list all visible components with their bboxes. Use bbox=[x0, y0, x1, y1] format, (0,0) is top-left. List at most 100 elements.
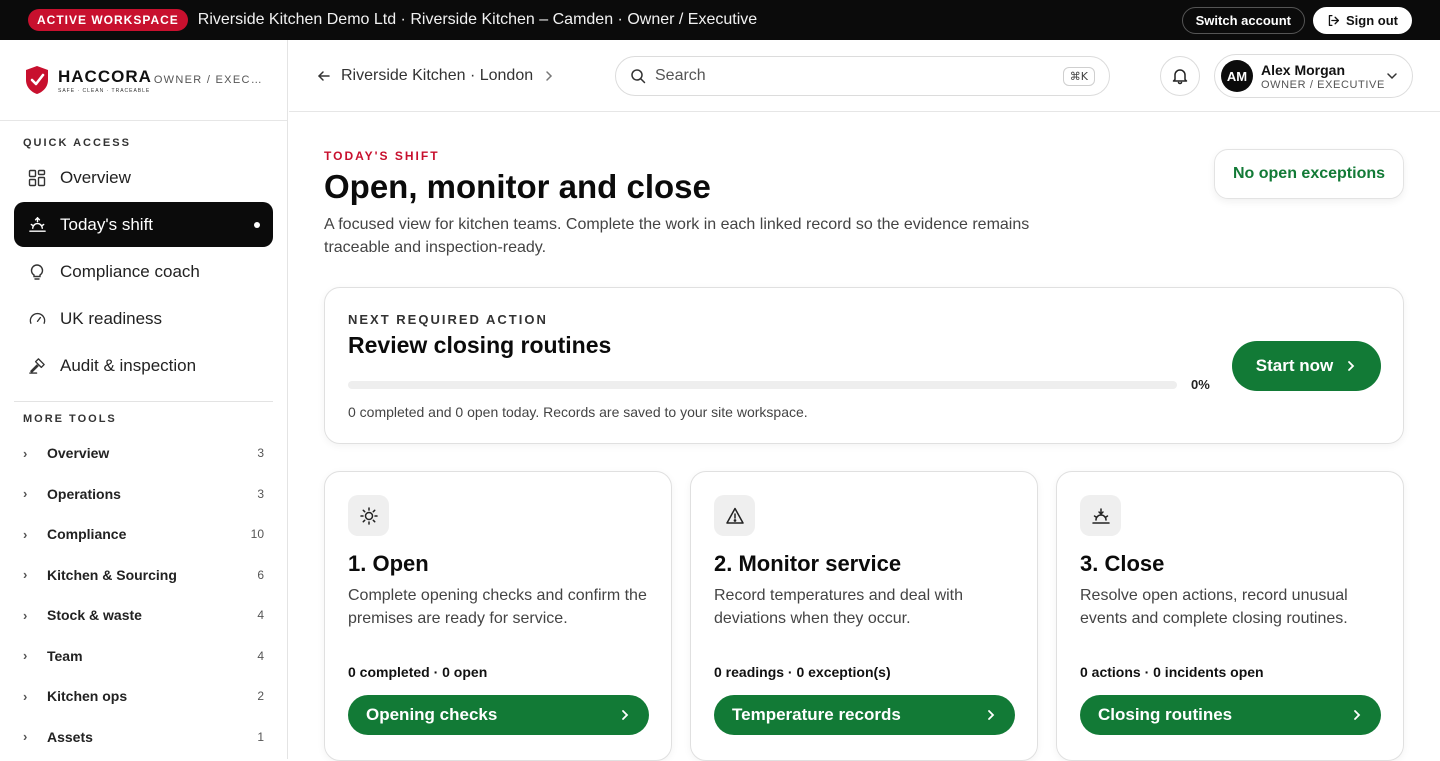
page-header: Riverside Kitchen · London Search ⌘K AM … bbox=[289, 40, 1440, 112]
sidebar-item-audit-inspection[interactable]: Audit & inspection bbox=[14, 343, 273, 388]
exceptions-status-badge: No open exceptions bbox=[1214, 149, 1404, 199]
sidebar-item-overview[interactable]: Overview bbox=[14, 155, 273, 200]
sidebar-divider bbox=[14, 401, 273, 402]
step-button-label: Temperature records bbox=[732, 705, 901, 724]
back-arrow-icon[interactable] bbox=[317, 69, 331, 83]
tool-group-overview[interactable]: › Overview 3 bbox=[14, 433, 273, 474]
chevron-right-icon bbox=[622, 710, 629, 720]
brand-tagline: SAFE · CLEAN · TRACEABLE bbox=[58, 87, 151, 94]
tool-group-operations[interactable]: › Operations 3 bbox=[14, 474, 273, 515]
opening-checks-button[interactable]: Opening checks bbox=[348, 695, 649, 735]
closing-routines-button[interactable]: Closing routines bbox=[1080, 695, 1381, 735]
chevron-right-icon: › bbox=[23, 607, 28, 623]
tool-group-label: Operations bbox=[47, 485, 121, 502]
step-title: 2. Monitor service bbox=[714, 551, 902, 576]
search-input[interactable]: Search ⌘K bbox=[615, 56, 1110, 96]
tool-group-label: Team bbox=[47, 647, 83, 664]
warning-icon bbox=[714, 495, 755, 536]
search-shortcut: ⌘K bbox=[1062, 66, 1095, 86]
tool-group-label: Stock & waste bbox=[47, 607, 142, 624]
top-actions: Switch account Sign out bbox=[1181, 6, 1412, 34]
sidebar-item-label: Audit & inspection bbox=[60, 355, 197, 375]
brand-role: OWNER / EXEC… bbox=[153, 74, 263, 86]
tool-group-count: 3 bbox=[257, 446, 264, 461]
tool-group-count: 1 bbox=[257, 729, 264, 744]
brand-name: HACCORA bbox=[58, 66, 152, 86]
user-info: Alex Morgan OWNER / EXECUTIVE bbox=[1261, 62, 1385, 91]
active-indicator bbox=[254, 221, 260, 228]
active-workspace-badge: ACTIVE WORKSPACE bbox=[28, 9, 188, 31]
chevron-right-icon bbox=[1354, 710, 1361, 720]
sidebar: HACCORA SAFE · CLEAN · TRACEABLE OWNER /… bbox=[0, 40, 288, 759]
sidebar-item-compliance-coach[interactable]: Compliance coach bbox=[14, 249, 273, 294]
step-description: Resolve open actions, record unusual eve… bbox=[1080, 587, 1348, 627]
search-icon bbox=[631, 69, 646, 84]
page-eyebrow: TODAY'S SHIFT bbox=[324, 149, 440, 163]
tool-group-assets[interactable]: › Assets 1 bbox=[14, 717, 273, 758]
chevron-right-icon: › bbox=[23, 729, 28, 745]
step-card-monitor: 2. Monitor service Record temperatures a… bbox=[690, 471, 1038, 761]
tool-group-compliance[interactable]: › Compliance 10 bbox=[14, 514, 273, 555]
step-description: Record temperatures and deal with deviat… bbox=[714, 587, 964, 627]
start-now-button[interactable]: Start now bbox=[1232, 341, 1381, 391]
tool-group-label: Kitchen ops bbox=[47, 688, 128, 705]
breadcrumb-location[interactable]: Riverside Kitchen · London bbox=[341, 67, 533, 85]
breadcrumb[interactable]: Riverside Kitchen · London bbox=[317, 67, 555, 85]
next-action-note: 0 completed and 0 open today. Records ar… bbox=[348, 404, 808, 420]
step-title: 3. Close bbox=[1080, 551, 1165, 576]
tool-group-kitchen-ops[interactable]: › Kitchen ops 2 bbox=[14, 676, 273, 717]
chevron-right-icon bbox=[988, 710, 995, 720]
user-menu[interactable]: AM Alex Morgan OWNER / EXECUTIVE bbox=[1214, 54, 1413, 98]
step-stat: 0 readings · 0 exception(s) bbox=[714, 664, 891, 680]
tool-group-stock-waste[interactable]: › Stock & waste 4 bbox=[14, 595, 273, 636]
sidebar-item-uk-readiness[interactable]: UK readiness bbox=[14, 296, 273, 341]
chevron-right-icon bbox=[1348, 361, 1355, 371]
chevron-down-icon bbox=[1387, 73, 1397, 80]
quick-access-list: Overview Today's shift Compliance coach … bbox=[0, 149, 287, 388]
step-stat: 0 completed · 0 open bbox=[348, 664, 488, 680]
next-action-card: NEXT REQUIRED ACTION Review closing rout… bbox=[324, 287, 1404, 444]
tool-group-count: 2 bbox=[257, 689, 264, 704]
more-tools-list: › Overview 3 › Operations 3 › Compliance 10 › K… bbox=[0, 425, 287, 757]
sign-out-icon bbox=[1328, 14, 1340, 26]
chevron-right-icon: › bbox=[23, 445, 28, 461]
progress-bar bbox=[348, 381, 1177, 389]
gauge-icon bbox=[27, 309, 47, 329]
chevron-right-icon: › bbox=[23, 526, 28, 542]
sun-icon bbox=[348, 495, 389, 536]
brand: HACCORA SAFE · CLEAN · TRACEABLE OWNER /… bbox=[0, 40, 287, 121]
chevron-right-icon: › bbox=[23, 688, 28, 704]
switch-account-button[interactable]: Switch account bbox=[1181, 6, 1305, 34]
bell-icon bbox=[1172, 69, 1188, 85]
tool-group-kitchen-sourcing[interactable]: › Kitchen & Sourcing 6 bbox=[14, 555, 273, 596]
temperature-records-button[interactable]: Temperature records bbox=[714, 695, 1015, 735]
tool-group-team[interactable]: › Team 4 bbox=[14, 636, 273, 677]
shift-icon bbox=[27, 215, 47, 235]
next-action-label: NEXT REQUIRED ACTION bbox=[348, 312, 548, 327]
tool-group-label: Assets bbox=[47, 728, 93, 745]
grid-icon bbox=[27, 168, 47, 188]
page-title: Open, monitor and close bbox=[324, 168, 711, 205]
tool-group-count: 6 bbox=[257, 567, 264, 582]
step-button-label: Closing routines bbox=[1098, 705, 1233, 724]
chevron-right-icon: › bbox=[23, 567, 28, 583]
step-card-open: 1. Open Complete opening checks and conf… bbox=[324, 471, 672, 761]
sidebar-item-label: Today's shift bbox=[60, 214, 154, 234]
page-description: A focused view for kitchen teams. Comple… bbox=[324, 216, 1030, 256]
avatar: AM bbox=[1221, 60, 1253, 92]
step-card-close: 3. Close Resolve open actions, record un… bbox=[1056, 471, 1404, 761]
user-role: OWNER / EXECUTIVE bbox=[1261, 78, 1385, 91]
step-button-label: Opening checks bbox=[366, 705, 498, 724]
sidebar-item-todays-shift[interactable]: Today's shift bbox=[14, 202, 273, 247]
progress-percent: 0% bbox=[1191, 377, 1210, 392]
chevron-right-icon: › bbox=[23, 486, 28, 502]
sign-out-button[interactable]: Sign out bbox=[1313, 6, 1412, 34]
more-tools-label: MORE TOOLS bbox=[23, 413, 117, 425]
notifications-button[interactable] bbox=[1160, 56, 1200, 96]
user-name: Alex Morgan bbox=[1261, 61, 1346, 78]
sidebar-item-label: Compliance coach bbox=[60, 261, 200, 281]
sign-out-label: Sign out bbox=[1346, 12, 1398, 28]
lightbulb-icon bbox=[27, 262, 47, 282]
step-stat: 0 actions · 0 incidents open bbox=[1080, 664, 1264, 680]
shield-logo-icon bbox=[26, 66, 48, 94]
